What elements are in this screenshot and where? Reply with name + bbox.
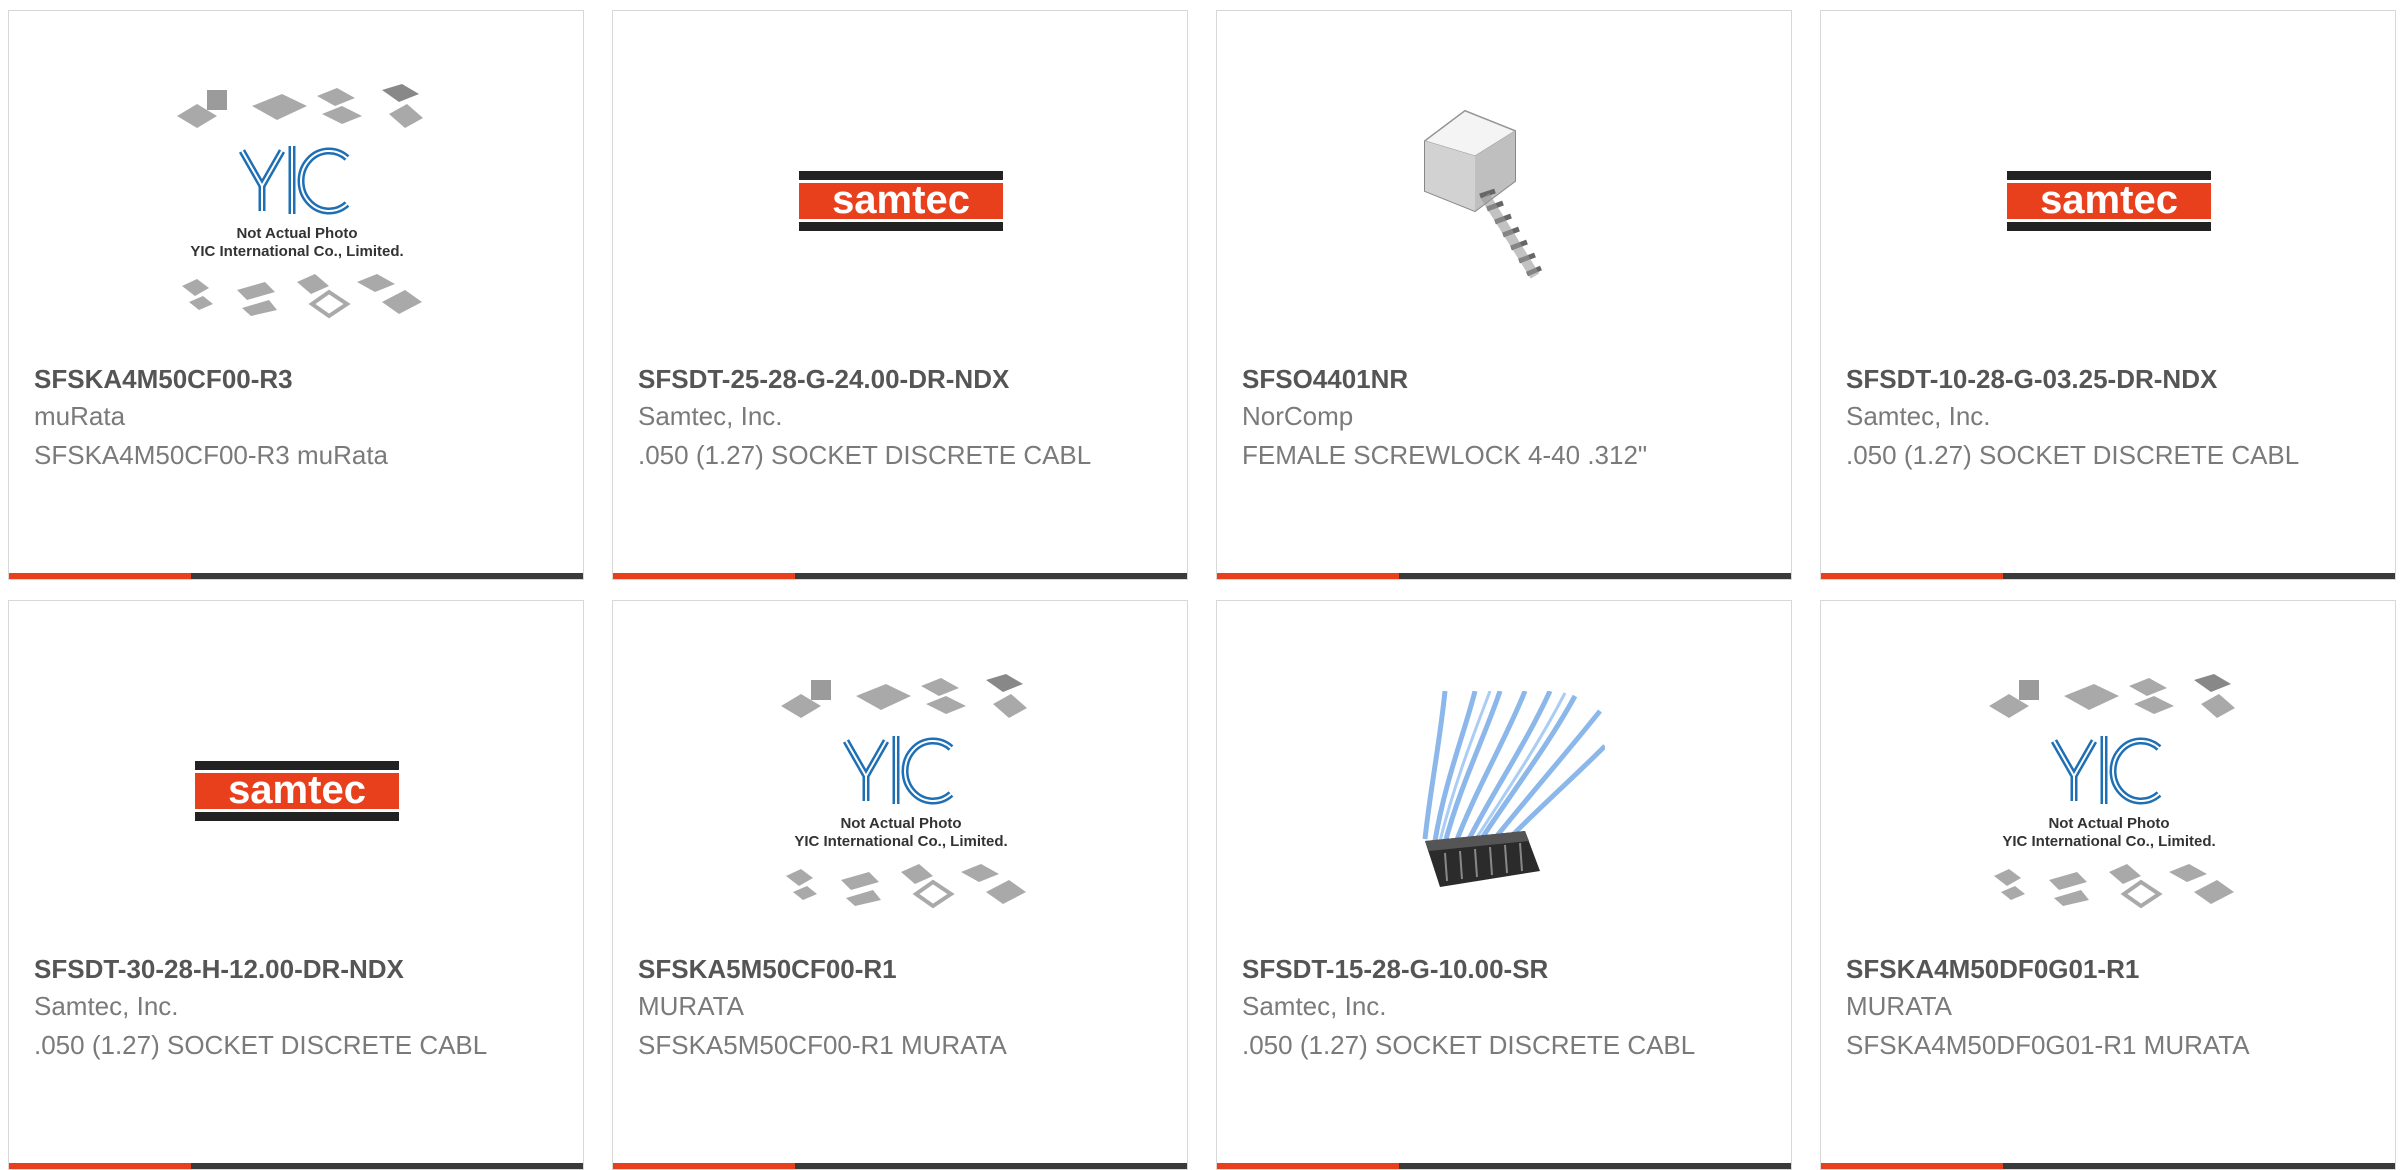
screwlock-photo <box>1217 56 1791 346</box>
description: SFSKA4M50CF00-R3 muRata <box>34 440 389 470</box>
cable-assembly-photo <box>1217 646 1791 936</box>
part-number[interactable]: SFSDT-25-28-G-24.00-DR-NDX <box>638 364 1009 395</box>
yic-caption-1: Not Actual Photo <box>840 815 961 832</box>
manufacturer: MURATA <box>638 991 744 1021</box>
product-card[interactable]: SFSO4401NR NorComp FEMALE SCREWLOCK 4-40… <box>1216 10 1792 580</box>
yic-caption-2: YIC International Co., Limited. <box>190 243 403 260</box>
yic-placeholder-icon: Not Actual Photo YIC International Co., … <box>9 56 583 346</box>
product-card[interactable]: Not Actual Photo YIC International Co., … <box>1820 600 2396 1170</box>
description: FEMALE SCREWLOCK 4-40 .312" <box>1242 440 1648 470</box>
manufacturer: Samtec, Inc. <box>1242 991 1387 1021</box>
manufacturer: Samtec, Inc. <box>1846 401 1991 431</box>
card-underline <box>1821 573 2395 579</box>
manufacturer: muRata <box>34 401 126 431</box>
samtec-text: samtec <box>2040 178 2178 222</box>
description: SFSKA4M50DF0G01-R1 MURATA <box>1846 1030 2250 1060</box>
samtec-text: samtec <box>228 768 366 812</box>
samtec-logo: samtec <box>9 646 583 936</box>
samtec-logo: samtec <box>1821 56 2395 346</box>
samtec-logo: samtec <box>613 56 1187 346</box>
product-card[interactable]: SFSDT-15-28-G-10.00-SR Samtec, Inc. .050… <box>1216 600 1792 1170</box>
product-card[interactable]: samtec SFSDT-10-28-G-03.25-DR-NDX Samtec… <box>1820 10 2396 580</box>
description: SFSKA5M50CF00-R1 MURATA <box>638 1030 1007 1060</box>
manufacturer: MURATA <box>1846 991 1952 1021</box>
product-card[interactable]: Not Actual Photo YIC International Co., … <box>8 10 584 580</box>
product-card[interactable]: samtec SFSDT-25-28-G-24.00-DR-NDX Samtec… <box>612 10 1188 580</box>
product-grid: Not Actual Photo YIC International Co., … <box>0 0 2400 1170</box>
description: .050 (1.27) SOCKET DISCRETE CABL <box>34 1030 488 1060</box>
part-number[interactable]: SFSDT-10-28-G-03.25-DR-NDX <box>1846 364 2217 395</box>
card-underline <box>613 573 1187 579</box>
part-number[interactable]: SFSDT-30-28-H-12.00-DR-NDX <box>34 954 404 985</box>
description: .050 (1.27) SOCKET DISCRETE CABL <box>1846 440 2300 470</box>
description: .050 (1.27) SOCKET DISCRETE CABL <box>638 440 1092 470</box>
manufacturer: Samtec, Inc. <box>638 401 783 431</box>
manufacturer: NorComp <box>1242 401 1354 431</box>
manufacturer: Samtec, Inc. <box>34 991 179 1021</box>
yic-placeholder-icon: Not Actual Photo YIC International Co., … <box>1821 646 2395 936</box>
yic-caption-1: Not Actual Photo <box>2048 815 2169 832</box>
part-number[interactable]: SFSO4401NR <box>1242 364 1408 395</box>
yic-caption-1: Not Actual Photo <box>236 225 357 242</box>
yic-caption-2: YIC International Co., Limited. <box>794 833 1007 850</box>
part-number[interactable]: SFSDT-15-28-G-10.00-SR <box>1242 954 1548 985</box>
product-card[interactable]: Not Actual Photo YIC International Co., … <box>612 600 1188 1170</box>
yic-placeholder-icon: Not Actual Photo YIC International Co., … <box>613 646 1187 936</box>
yic-caption-2: YIC International Co., Limited. <box>2002 833 2215 850</box>
description: .050 (1.27) SOCKET DISCRETE CABL <box>1242 1030 1696 1060</box>
card-underline <box>1217 573 1791 579</box>
samtec-text: samtec <box>832 178 970 222</box>
part-number[interactable]: SFSKA4M50CF00-R3 <box>34 364 293 395</box>
product-card[interactable]: samtec SFSDT-30-28-H-12.00-DR-NDX Samtec… <box>8 600 584 1170</box>
part-number[interactable]: SFSKA5M50CF00-R1 <box>638 954 897 985</box>
part-number[interactable]: SFSKA4M50DF0G01-R1 <box>1846 954 2139 985</box>
card-underline <box>9 573 583 579</box>
